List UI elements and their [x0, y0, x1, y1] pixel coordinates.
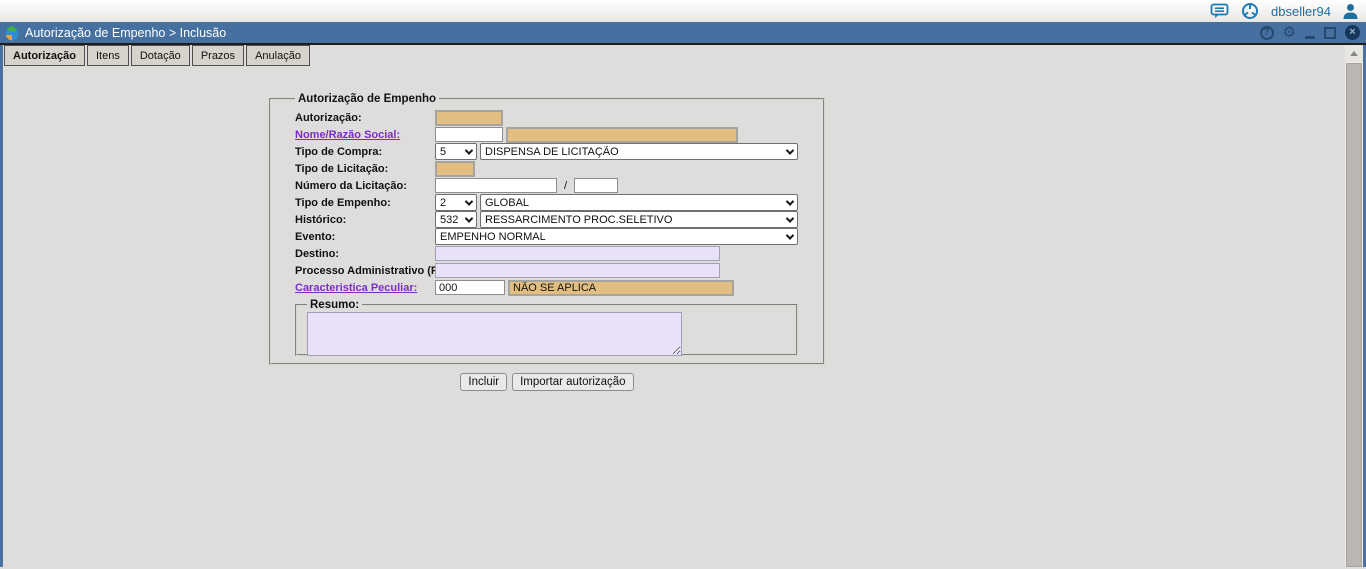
form-row-processo-adm: Processo Administrativo (PA): — [295, 262, 813, 279]
autorizacao-input[interactable] — [435, 110, 503, 126]
fieldset-legend: Autorização de Empenho — [295, 93, 439, 105]
caracteristica-peculiar-link[interactable]: Caracteristica Peculiar: — [295, 282, 435, 294]
autorizacao-empenho-fieldset: Autorização de Empenho Autorização: Nome… — [269, 93, 825, 365]
form-row-caracteristica: Caracteristica Peculiar: — [295, 279, 813, 296]
historico-code-select[interactable]: 532 — [435, 211, 477, 228]
tipo-empenho-label: Tipo de Empenho: — [295, 197, 435, 209]
destino-input[interactable] — [435, 246, 720, 261]
resumo-fieldset: Resumo: — [295, 299, 798, 356]
chevron-down-icon — [465, 146, 473, 154]
tab-autorizacao[interactable]: Autorização — [4, 45, 85, 66]
incluir-button[interactable]: Incluir — [460, 373, 507, 391]
autorizacao-label: Autorização: — [295, 112, 435, 124]
restore-icon[interactable] — [1324, 27, 1336, 39]
tipo-compra-code-select[interactable]: 5 — [435, 143, 477, 160]
top-bar: dbseller94 — [0, 0, 1366, 22]
importar-autorizacao-button[interactable]: Importar autorização — [512, 373, 633, 391]
historico-desc-value: RESSARCIMENTO PROC.SELETIVO — [485, 214, 783, 226]
app-icon — [4, 25, 20, 41]
destino-label: Destino: — [295, 248, 435, 260]
tipo-empenho-desc-select[interactable]: GLOBAL — [480, 194, 798, 211]
chevron-down-icon — [786, 197, 794, 205]
tipo-empenho-desc-value: GLOBAL — [485, 197, 783, 209]
chevron-down-icon — [465, 197, 473, 205]
minimize-icon[interactable] — [1305, 36, 1315, 39]
window-titlebar: Autorização de Empenho > Inclusão ? ⚙ × — [0, 22, 1366, 45]
processo-adm-input[interactable] — [435, 263, 720, 278]
form-row-tipo-compra: Tipo de Compra: 5 DISPENSA DE LICITAÇÃO — [295, 143, 813, 160]
window-content: Autorização Itens Dotação Prazos Anulaçã… — [0, 45, 1366, 567]
scrollbar-thumb[interactable] — [1346, 63, 1362, 567]
tipo-empenho-code-value: 2 — [440, 197, 462, 209]
form-row-tipo-empenho: Tipo de Empenho: 2 GLOBAL — [295, 194, 813, 211]
tipo-compra-label: Tipo de Compra: — [295, 146, 435, 158]
historico-code-value: 532 — [440, 214, 462, 226]
username[interactable]: dbseller94 — [1271, 4, 1331, 19]
resumo-textarea[interactable] — [307, 312, 682, 356]
form-row-evento: Evento: EMPENHO NORMAL — [295, 228, 813, 245]
arrow-up-icon — [1350, 51, 1358, 56]
tab-bar: Autorização Itens Dotação Prazos Anulaçã… — [4, 45, 312, 66]
form-row-destino: Destino: — [295, 245, 813, 262]
window-title: Autorização de Empenho > Inclusão — [25, 26, 1260, 40]
numero-licitacao-label: Número da Licitação: — [295, 180, 435, 192]
historico-desc-select[interactable]: RESSARCIMENTO PROC.SELETIVO — [480, 211, 798, 228]
tab-dotacao[interactable]: Dotação — [131, 45, 190, 66]
user-icon[interactable] — [1343, 3, 1358, 19]
evento-label: Evento: — [295, 231, 435, 243]
close-icon[interactable]: × — [1345, 25, 1360, 40]
chevron-down-icon — [465, 214, 473, 222]
numero-licitacao-input[interactable] — [435, 178, 557, 193]
processo-adm-label: Processo Administrativo (PA): — [295, 265, 435, 277]
numero-licitacao-separator: / — [564, 180, 567, 192]
gear-icon[interactable]: ⚙ — [1283, 26, 1296, 40]
form-row-numero-licitacao: Número da Licitação: / — [295, 177, 813, 194]
chevron-down-icon — [786, 231, 794, 239]
evento-select[interactable]: EMPENHO NORMAL — [435, 228, 798, 245]
tipo-compra-desc-value: DISPENSA DE LICITAÇÃO — [485, 146, 783, 158]
window-controls: ? ⚙ × — [1260, 25, 1360, 40]
form-row-nome-razao: Nome/Razão Social: — [295, 126, 813, 143]
tipo-empenho-code-select[interactable]: 2 — [435, 194, 477, 211]
scroll-up-button[interactable] — [1345, 45, 1363, 62]
caracteristica-desc-input[interactable] — [508, 280, 734, 296]
form-row-historico: Histórico: 532 RESSARCIMENTO PROC.SELETI… — [295, 211, 813, 228]
chevron-down-icon — [786, 214, 794, 222]
support-wheel-icon[interactable] — [1241, 2, 1259, 20]
tab-anulacao[interactable]: Anulação — [246, 45, 310, 66]
tipo-compra-code-value: 5 — [440, 146, 462, 158]
tab-prazos[interactable]: Prazos — [192, 45, 244, 66]
tipo-compra-desc-select[interactable]: DISPENSA DE LICITAÇÃO — [480, 143, 798, 160]
evento-value: EMPENHO NORMAL — [440, 231, 783, 243]
nome-razao-code-input[interactable] — [435, 127, 503, 142]
form-row-tipo-licitacao: Tipo de Licitação: — [295, 160, 813, 177]
messages-icon[interactable] — [1210, 3, 1229, 19]
nome-razao-name-input[interactable] — [506, 127, 738, 143]
form-row-autorizacao: Autorização: — [295, 109, 813, 126]
tipo-licitacao-label: Tipo de Licitação: — [295, 163, 435, 175]
help-icon[interactable]: ? — [1260, 26, 1274, 40]
historico-label: Histórico: — [295, 214, 435, 226]
numero-licitacao-ano-input[interactable] — [574, 178, 618, 193]
vertical-scrollbar[interactable] — [1345, 45, 1363, 567]
nome-razao-social-link[interactable]: Nome/Razão Social: — [295, 129, 435, 141]
caracteristica-code-input[interactable] — [435, 280, 505, 295]
chevron-down-icon — [786, 146, 794, 154]
tab-itens[interactable]: Itens — [87, 45, 129, 66]
action-buttons: Incluir Importar autorização — [269, 373, 825, 391]
resumo-legend: Resumo: — [307, 299, 362, 311]
tipo-licitacao-input[interactable] — [435, 161, 475, 177]
